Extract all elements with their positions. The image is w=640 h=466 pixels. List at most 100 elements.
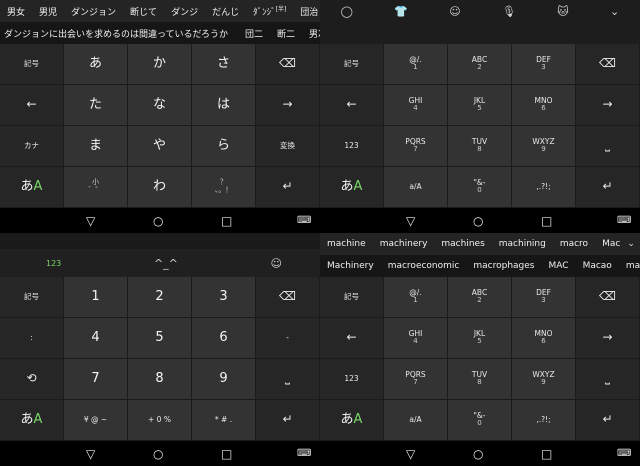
suggestion[interactable]: machining [492,239,553,249]
back-icon[interactable]: ▽ [406,447,415,461]
suggestion[interactable]: Mac [595,239,627,249]
kaomoji-tab[interactable]: ^_^ [154,257,178,270]
key-3[interactable]: DEF 3 [512,277,576,318]
home-icon[interactable]: ○ [153,214,163,228]
suggestion[interactable]: macro [553,239,595,249]
suggestion[interactable]: 断二 [270,27,302,40]
key-ra[interactable]: ら [192,126,256,167]
left-arrow-key[interactable]: ← [320,318,384,359]
chevron-down-icon[interactable]: ⌄ [627,239,640,249]
key-ka[interactable]: か [128,44,192,85]
key-9[interactable]: WXYZ 9 [512,359,576,400]
key-6[interactable]: 6 [192,318,256,359]
input-mode-key[interactable]: あA [320,400,384,441]
colon-key[interactable]: : [0,318,64,359]
suggestion[interactable]: MAC [542,261,576,271]
suggestion[interactable]: Macao [576,261,619,271]
key-3[interactable]: DEF 3 [512,44,576,85]
suggestion[interactable]: 団二 [238,27,270,40]
backspace-key[interactable]: ⌫ [256,277,320,318]
key-0[interactable]: "&- 0 [448,167,512,208]
key-4[interactable]: 4 [64,318,128,359]
case-toggle-key[interactable]: a/A [384,167,448,208]
emoji-icon[interactable]: ☺ [449,5,460,18]
suggestion[interactable]: ダンジ [164,5,205,18]
collapse-icon[interactable]: ⌄ [610,5,619,18]
suggestion[interactable]: macroscopic [619,261,640,271]
dakuten-key[interactable]: 小゛゜ [64,167,128,208]
theme-icon[interactable]: 👕 [394,5,408,18]
key-wa[interactable]: わ [128,167,192,208]
microphone-icon[interactable]: 🎙 [502,5,516,18]
keyboard-icon[interactable]: ⌨ [297,215,311,226]
key-5[interactable]: JKL 5 [448,85,512,126]
punctuation-key[interactable]: ,.?!; [512,167,576,208]
convert-key[interactable]: 変換 [256,126,320,167]
key-8[interactable]: 8 [128,359,192,400]
enter-key[interactable]: ↵ [256,400,320,441]
emoji-icon[interactable]: ☺ [271,257,282,270]
home-icon[interactable]: ○ [473,447,483,461]
key-ya[interactable]: や [128,126,192,167]
suggestion[interactable]: macrophages [466,261,541,271]
keyboard-icon[interactable]: ⌨ [617,448,631,459]
enter-key[interactable]: ↵ [576,167,640,208]
key-1[interactable]: @/. 1 [384,277,448,318]
space-key[interactable]: ⎵ [576,359,640,400]
right-arrow-key[interactable]: → [576,318,640,359]
keyboard-icon[interactable]: ⌨ [617,215,631,226]
right-arrow-key[interactable]: → [576,85,640,126]
left-arrow-key[interactable]: ← [0,85,64,126]
suggestion[interactable]: 団治 [293,5,320,18]
punctuation-key[interactable]: ？、。！ [192,167,256,208]
suggestion[interactable]: 男児 [32,5,64,18]
suggestion[interactable]: macroeconomic [381,261,467,271]
key-6[interactable]: MNO 6 [512,318,576,359]
recents-icon[interactable]: □ [221,214,232,228]
key-0[interactable]: + 0 % [128,400,192,441]
key-9[interactable]: WXYZ 9 [512,126,576,167]
kana-toggle-key[interactable]: カナ [0,126,64,167]
key-7[interactable]: PQRS 7 [384,126,448,167]
backspace-key[interactable]: ⌫ [576,44,640,85]
suggestion[interactable]: ダンジョン [64,5,123,18]
key-9[interactable]: 9 [192,359,256,400]
key-ma[interactable]: ま [64,126,128,167]
search-icon[interactable]: ◯ [341,5,353,18]
suggestion[interactable]: machines [434,239,491,249]
space-key[interactable]: ⎵ [256,359,320,400]
suggestion[interactable]: ダンジョンに出会いを求めるのは間違っているだろうか [0,27,238,40]
kaomoji-icon[interactable]: 🐱 [557,5,568,18]
key-5[interactable]: 5 [128,318,192,359]
suggestion[interactable]: machinery [373,239,435,249]
symbol-key[interactable]: 記号 [320,277,384,318]
key-ha[interactable]: は [192,85,256,126]
keyboard-icon[interactable]: ⌨ [297,448,311,459]
input-mode-key[interactable]: あA [0,167,64,208]
recents-icon[interactable]: □ [541,447,552,461]
key-1[interactable]: 1 [64,277,128,318]
key-sa[interactable]: さ [192,44,256,85]
punctuation-key[interactable]: ,.?!; [512,400,576,441]
key-1[interactable]: @/. 1 [384,44,448,85]
symbol-key[interactable]: 記号 [0,277,64,318]
symbol-key[interactable]: 記号 [0,44,64,85]
right-arrow-key[interactable]: → [256,85,320,126]
key-4[interactable]: GHI 4 [384,85,448,126]
case-toggle-key[interactable]: a/A [384,400,448,441]
key-7[interactable]: 7 [64,359,128,400]
recents-icon[interactable]: □ [541,214,552,228]
asterisk-hash-key[interactable]: * # . [192,400,256,441]
suggestion[interactable]: 断じて [123,5,164,18]
suggestion[interactable]: ﾀﾞﾝｼﾞ[半] [246,4,293,18]
enter-key[interactable]: ↵ [256,167,320,208]
minus-key[interactable]: - [256,318,320,359]
enter-key[interactable]: ↵ [576,400,640,441]
key-2[interactable]: 2 [128,277,192,318]
undo-key[interactable]: ⟲ [0,359,64,400]
back-icon[interactable]: ▽ [86,214,95,228]
key-6[interactable]: MNO 6 [512,85,576,126]
yen-at-key[interactable]: ¥ @ ~ [64,400,128,441]
numeric-tab[interactable]: 123 [46,259,61,268]
key-na[interactable]: な [128,85,192,126]
